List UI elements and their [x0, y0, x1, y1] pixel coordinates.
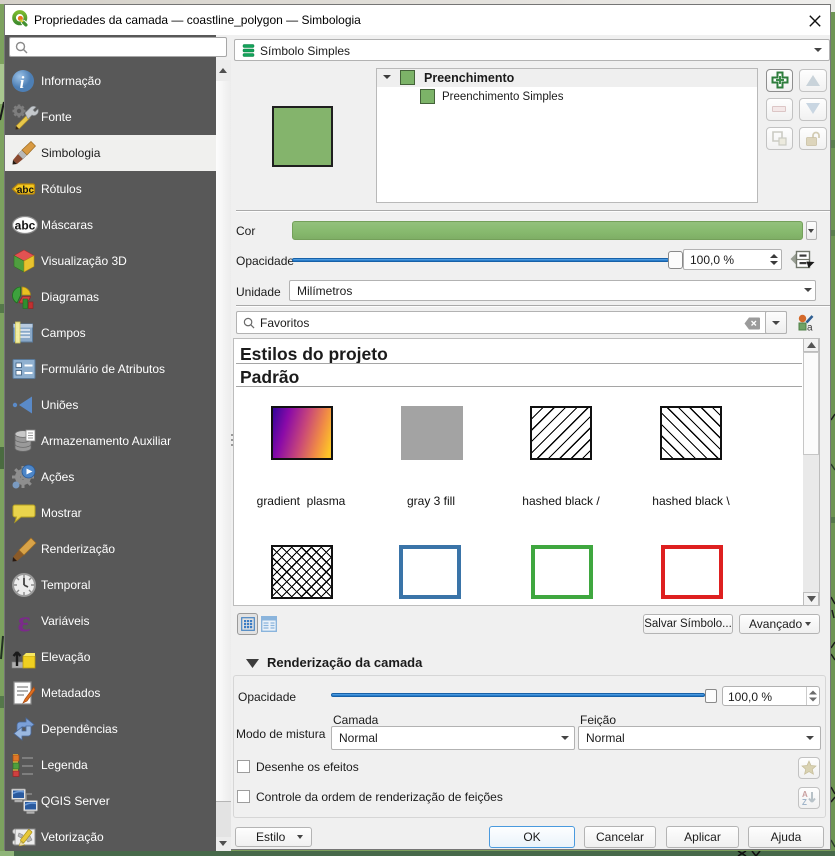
svg-text:ε: ε: [18, 605, 31, 638]
svg-text:a: a: [807, 323, 813, 333]
svg-text:abc: abc: [15, 219, 36, 233]
svg-text:Z: Z: [802, 798, 807, 807]
svg-text:i: i: [20, 73, 25, 92]
svg-text:abc: abc: [17, 185, 35, 196]
